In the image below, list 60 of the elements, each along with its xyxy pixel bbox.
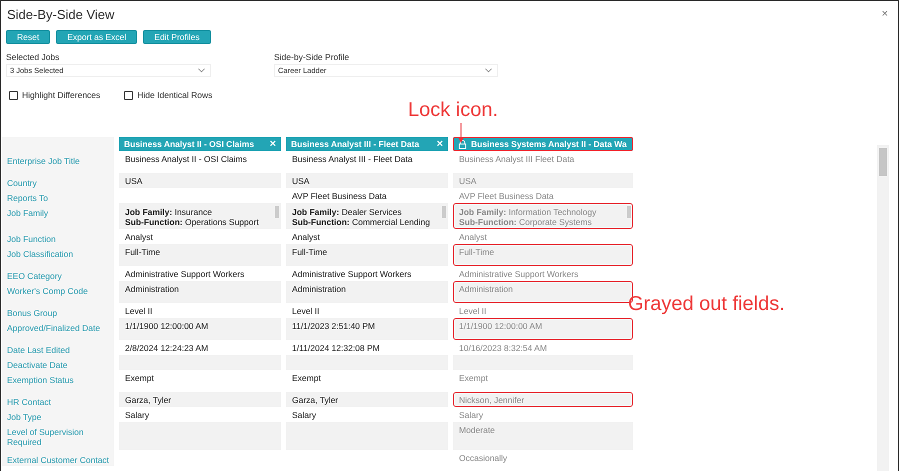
table-cell: 11/1/2023 2:51:40 PM [286, 318, 448, 340]
table-cell: Job Family: Dealer Services Sub-Function: Commercial Lending [286, 203, 448, 229]
table-cell: Full-Time [453, 244, 633, 266]
table-cell: Garza, Tyler [119, 392, 281, 407]
checkbox-option[interactable]: Hide Identical Rows [124, 90, 212, 100]
checkbox[interactable] [124, 90, 134, 100]
table-cell: Administration [119, 281, 281, 303]
column-header: Business Analyst II - OSI Claims × [119, 137, 281, 151]
scrollbar[interactable] [877, 145, 889, 471]
row-label: Country [7, 178, 37, 188]
row-label: Exemption Status [7, 375, 74, 385]
table-cell: USA [286, 173, 448, 188]
table-cell: Job Family: Information Technology Sub-Function: Corporate Systems [453, 203, 633, 229]
row-label: Enterprise Job Title [7, 156, 80, 166]
row-label: Job Classification [7, 249, 74, 259]
checkbox-option[interactable]: Highlight Differences [9, 90, 100, 100]
lock-icon [458, 140, 467, 148]
table-cell: Full-Time [286, 244, 448, 266]
checkbox[interactable] [9, 90, 18, 100]
close-icon[interactable]: × [436, 139, 443, 149]
row-label: Reports To [7, 193, 48, 203]
table-cell: 1/1/1900 12:00:00 AM [453, 318, 633, 340]
row-label: Job Function [7, 234, 56, 244]
table-cell: Full-Time [119, 244, 281, 266]
close-icon[interactable]: × [270, 139, 276, 149]
table-cell: Moderate [453, 422, 633, 450]
window-title: Side-By-Side View [7, 6, 114, 22]
chevron-down-icon [198, 68, 205, 73]
table-cell: 1/1/1900 12:00:00 AM [119, 318, 281, 340]
table-cell: USA [453, 173, 633, 188]
chevron-down-icon [485, 68, 492, 73]
field-label: Side-by-Side Profile [274, 52, 350, 62]
table-cell: USA [119, 173, 281, 188]
toolbar-button[interactable]: Reset [6, 30, 50, 44]
table-cell: Garza, Tyler [286, 392, 448, 407]
column-header: Business Systems Analyst II - Data Wa [453, 137, 633, 151]
row-label: Job Type [7, 412, 42, 422]
row-label: Level of Supervision Required [7, 427, 84, 447]
table-cell: Administration [286, 281, 448, 303]
row-label: Job Family [7, 208, 48, 218]
row-label: Approved/Finalized Date [7, 323, 100, 333]
toolbar-button[interactable]: Export as Excel [56, 30, 138, 44]
scrollbar[interactable] [627, 206, 631, 218]
row-label: Worker's Comp Code [7, 286, 88, 296]
table-cell: Job Family: Insurance Sub-Function: Operations Support [119, 203, 281, 229]
table-cell: Nickson, Jennifer [453, 392, 633, 407]
field-label: Selected Jobs [6, 52, 60, 62]
close-button[interactable]: × [878, 8, 892, 20]
row-label: HR Contact [7, 397, 51, 407]
toolbar-button[interactable]: Edit Profiles [143, 30, 211, 44]
scrollbar[interactable] [442, 206, 446, 218]
row-label: Bonus Group [7, 308, 58, 318]
row-label: Date Last Edited [7, 345, 70, 355]
row-label: EEO Category [7, 271, 62, 281]
annotation-text: Lock icon. [408, 99, 498, 122]
scrollbar[interactable] [275, 206, 279, 218]
column-header: Business Analyst III - Fleet Data × [286, 137, 448, 151]
annotation-arrow [457, 123, 465, 143]
row-label: External Customer Contact [7, 455, 110, 465]
row-label: Deactivate Date [7, 360, 68, 370]
